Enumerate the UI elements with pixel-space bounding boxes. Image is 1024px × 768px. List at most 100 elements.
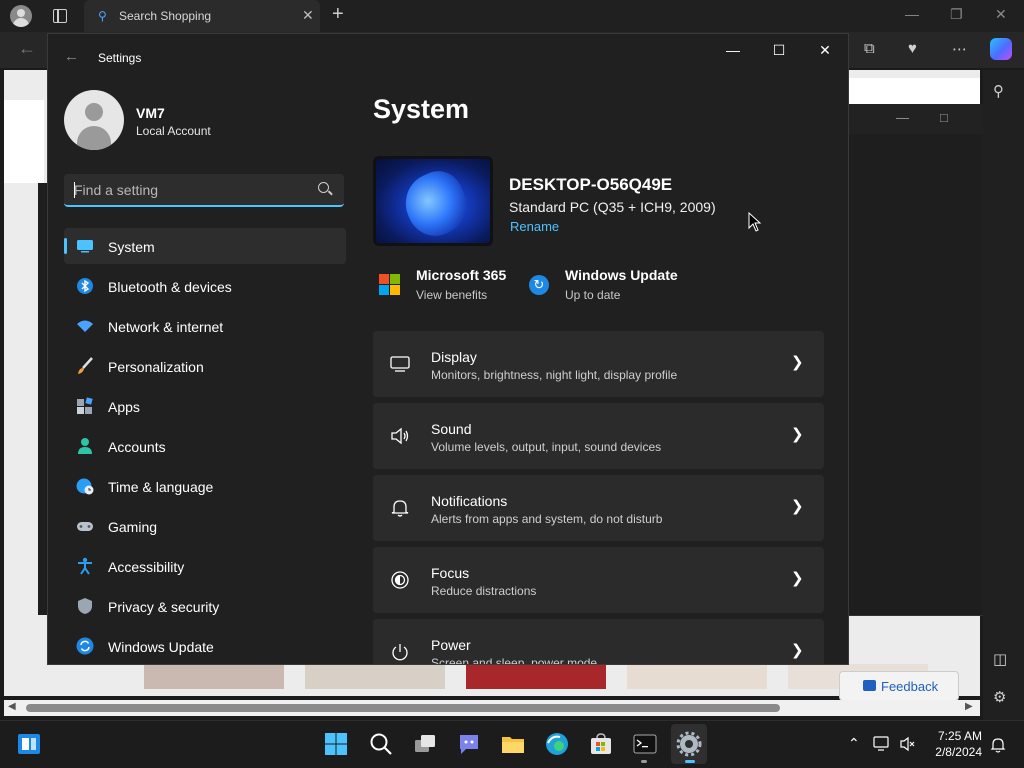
nav-item-privacy[interactable]: Privacy & security [64,588,346,624]
sidebar-panel-icon[interactable]: ◫ [993,650,1007,668]
microsoft-365-title[interactable]: Microsoft 365 [416,267,506,283]
nav-item-network[interactable]: Network & internet [64,308,346,344]
task-view-icon[interactable] [412,731,438,757]
settings-cards: Display Monitors, brightness, night ligh… [373,331,824,664]
chevron-right-icon: ❯ [791,426,804,443]
nav-label: Gaming [108,519,158,535]
rename-link[interactable]: Rename [510,219,559,234]
nav-item-bluetooth[interactable]: Bluetooth & devices [64,268,346,304]
feedback-button[interactable]: Feedback [839,671,959,701]
more-options-icon[interactable]: ⋯ [952,40,967,58]
bluetooth-icon [77,278,93,294]
windows-update-subtitle: Up to date [565,288,621,302]
file-explorer-icon[interactable] [500,731,526,757]
chevron-up-icon[interactable]: ⌃ [848,735,860,752]
person-icon [78,438,92,454]
settings-search-box[interactable] [64,174,344,207]
widgets-icon[interactable] [16,731,42,757]
background-page-box [848,78,980,104]
sidebar-search-icon[interactable]: ⚲ [993,82,1004,100]
chevron-right-icon: ❯ [791,354,804,371]
maximize-button[interactable]: ☐ [756,40,802,68]
bg-restore-icon[interactable]: □ [940,110,948,125]
bg-minimize-icon[interactable]: — [896,110,909,125]
settings-nav: System Bluetooth & devices Network & int… [64,228,346,664]
teams-chat-icon[interactable] [456,731,482,757]
sidebar-settings-icon[interactable]: ⚙ [993,688,1006,706]
browser-close-button[interactable]: ✕ [995,6,1007,23]
nav-item-gaming[interactable]: Gaming [64,508,346,544]
nav-label: Windows Update [108,639,214,655]
taskbar-search-icon[interactable] [368,731,394,757]
microsoft-logo-icon [379,274,401,296]
monitor-icon [390,356,410,372]
account-name: VM7 [136,105,165,121]
notification-bell-icon[interactable] [989,736,1007,754]
focus-card[interactable]: Focus Reduce distractions ❯ [373,547,824,613]
focus-icon [391,571,409,589]
store-icon[interactable] [588,731,614,757]
update-icon [76,637,94,655]
chevron-right-icon: ❯ [791,498,804,515]
collections-icon[interactable]: ⧉ [864,40,875,57]
nav-item-personalization[interactable]: Personalization [64,348,346,384]
back-arrow-icon[interactable]: ← [64,48,79,65]
browser-essentials-icon[interactable]: ♥ [908,40,917,57]
bell-icon [391,500,409,517]
product-tile[interactable] [466,664,606,689]
card-subtitle: Alerts from apps and system, do not dist… [431,512,663,526]
horizontal-scroll-thumb[interactable] [26,704,780,712]
nav-label: Personalization [108,359,204,375]
scroll-right-icon[interactable]: ▶ [965,701,973,712]
accessibility-icon [78,557,92,575]
windows-update-title[interactable]: Windows Update [565,267,678,283]
gamepad-icon [77,522,93,531]
notifications-card[interactable]: Notifications Alerts from apps and syste… [373,475,824,541]
terminal-icon[interactable] [632,731,658,757]
microsoft-365-subtitle: View benefits [416,288,488,302]
volume-muted-icon[interactable] [899,736,917,752]
close-button[interactable]: ✕ [802,40,848,68]
search-tab-icon: ⚲ [98,9,107,23]
product-tile[interactable] [627,664,767,689]
nav-item-accessibility[interactable]: Accessibility [64,548,346,584]
browser-restore-button[interactable]: ❐ [950,6,963,23]
nav-item-time-language[interactable]: Time & language [64,468,346,504]
feedback-label: Feedback [881,679,939,694]
settings-gear-icon[interactable] [676,731,702,757]
search-icon[interactable] [318,182,329,193]
start-icon[interactable] [323,731,349,757]
copilot-icon[interactable] [990,38,1012,60]
card-title: Power [431,637,471,653]
browser-tab-title[interactable]: Search Shopping [119,9,211,23]
account-avatar[interactable] [64,90,124,150]
sound-card[interactable]: Sound Volume levels, output, input, soun… [373,403,824,469]
shield-icon [78,598,92,614]
tab-actions-icon[interactable] [53,9,67,23]
edge-browser-icon[interactable] [544,731,570,757]
nav-label: Time & language [108,479,214,495]
network-icon[interactable] [873,736,891,752]
nav-item-apps[interactable]: Apps [64,388,346,424]
card-subtitle: Volume levels, output, input, sound devi… [431,440,662,454]
browser-minimize-button[interactable]: — [905,6,919,22]
clock-time[interactable]: 7:25 AM [930,729,982,743]
profile-avatar-icon[interactable] [10,5,32,27]
nav-item-accounts[interactable]: Accounts [64,428,346,464]
new-tab-button[interactable]: + [332,3,344,26]
clock-date[interactable]: 2/8/2024 [930,745,982,759]
nav-item-system[interactable]: System [64,228,346,264]
search-input[interactable] [74,180,304,200]
close-tab-icon[interactable]: ✕ [302,7,314,24]
scroll-left-icon[interactable]: ◀ [8,701,16,712]
product-tile[interactable] [305,664,445,689]
product-tile[interactable] [144,664,284,689]
chevron-right-icon: ❯ [791,570,804,587]
browser-back-icon[interactable]: ← [18,38,36,59]
terminal-running-indicator [641,760,647,763]
speaker-icon [391,427,409,445]
power-card[interactable]: Power Screen and sleep, power mode ❯ [373,619,824,664]
display-card[interactable]: Display Monitors, brightness, night ligh… [373,331,824,397]
minimize-button[interactable]: — [710,40,756,68]
nav-item-windows-update[interactable]: Windows Update [64,628,346,664]
